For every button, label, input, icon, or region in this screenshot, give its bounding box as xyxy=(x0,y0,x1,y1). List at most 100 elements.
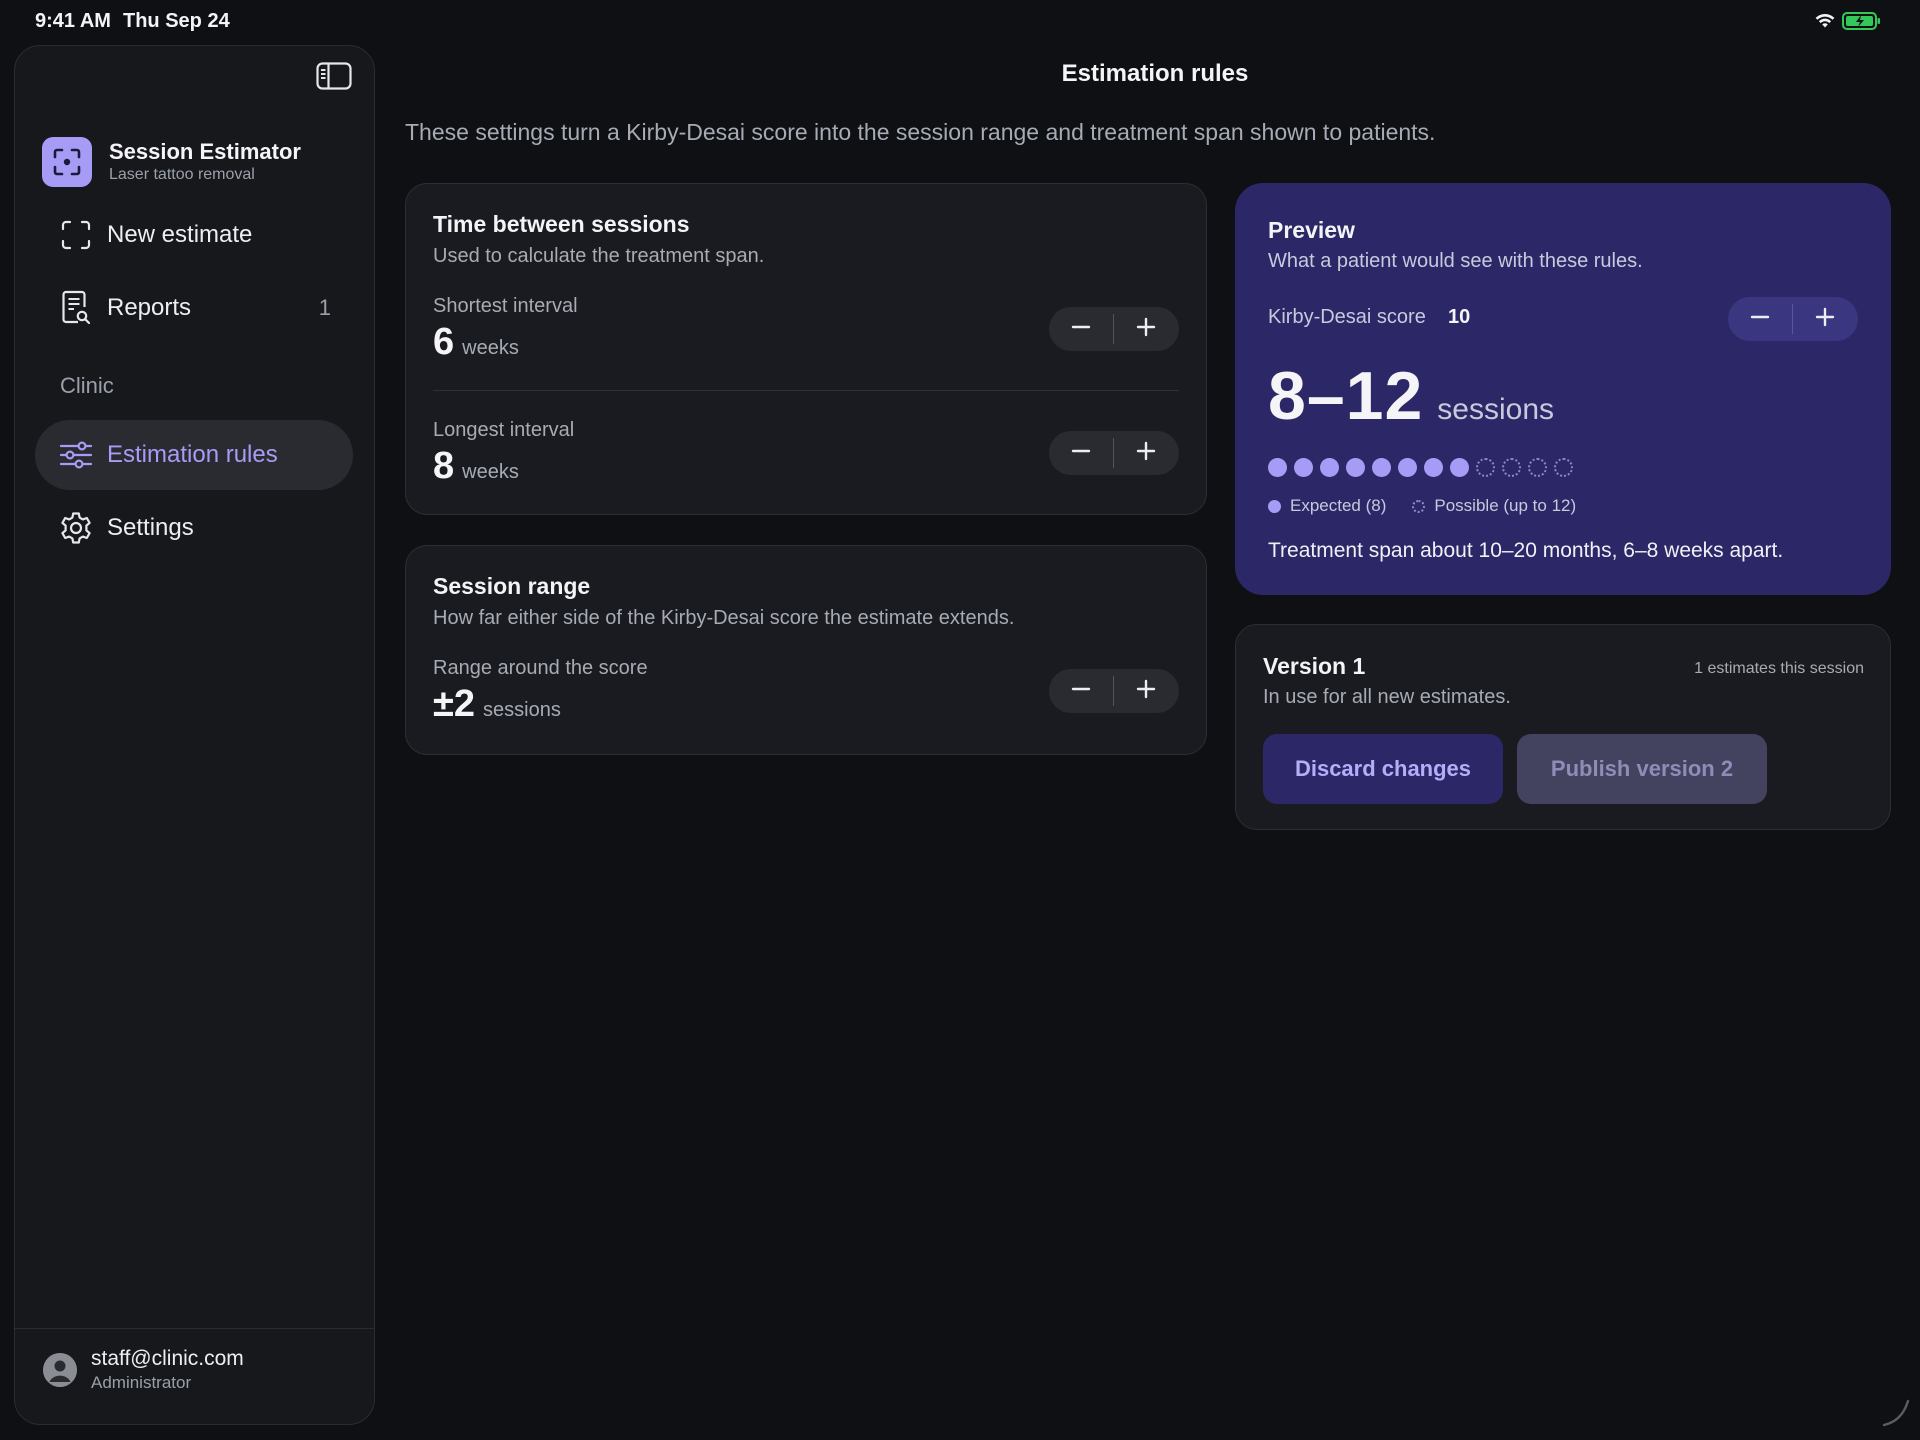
gear-icon xyxy=(59,511,93,545)
minus-icon xyxy=(1750,307,1770,332)
session-dots xyxy=(1268,458,1573,477)
session-dot-possible xyxy=(1476,458,1495,477)
shortest-increment-button[interactable] xyxy=(1114,307,1178,351)
card-subtitle: How far either side of the Kirby-Desai s… xyxy=(433,607,1015,629)
card-divider xyxy=(433,390,1179,391)
version-estimate-count: 1 estimates this session xyxy=(1694,660,1864,677)
range-stepper xyxy=(1049,669,1179,713)
sidebar-item-new-estimate[interactable]: New estimate xyxy=(35,200,353,270)
session-dot-expected xyxy=(1294,458,1313,477)
plus-icon xyxy=(1136,679,1156,704)
shortest-decrement-button[interactable] xyxy=(1049,307,1113,351)
preview-title: Preview xyxy=(1268,217,1355,243)
card-title: Session range xyxy=(433,573,591,599)
sidebar-item-label: Estimation rules xyxy=(107,441,278,468)
expected-legend-dot xyxy=(1268,499,1281,513)
session-dot-expected xyxy=(1424,458,1443,477)
account-role: Administrator xyxy=(91,1373,192,1392)
possible-legend-dot xyxy=(1412,499,1426,513)
preview-card: Preview What a patient would see with th… xyxy=(1235,183,1891,595)
session-dot-expected xyxy=(1320,458,1339,477)
score-stepper xyxy=(1728,297,1858,341)
longest-decrement-button[interactable] xyxy=(1049,431,1113,475)
range-decrement-button[interactable] xyxy=(1049,669,1113,713)
app-name: Session Estimator xyxy=(109,139,301,164)
version-title: Version 1 xyxy=(1263,653,1366,679)
shortest-interval-unit: weeks xyxy=(462,337,519,359)
session-dot-expected xyxy=(1450,458,1469,477)
session-range-unit: sessions xyxy=(1437,393,1554,426)
avatar xyxy=(43,1353,77,1387)
reports-count-badge: 1 xyxy=(318,295,331,320)
battery-icon xyxy=(1842,11,1882,36)
plus-icon xyxy=(1136,441,1156,466)
sidebar-item-label: New estimate xyxy=(107,221,253,248)
minus-icon xyxy=(1071,441,1091,466)
account-email: staff@clinic.com xyxy=(91,1347,244,1370)
shortest-interval-label: Shortest interval xyxy=(433,295,578,317)
longest-interval-value: 8 weeks xyxy=(433,445,519,488)
kirby-desai-score-label: Kirby-Desai score xyxy=(1268,306,1426,328)
longest-interval-stepper xyxy=(1049,431,1179,475)
session-dot-possible xyxy=(1502,458,1521,477)
wifi-icon xyxy=(1814,13,1836,34)
version-subtitle: In use for all new estimates. xyxy=(1263,686,1511,708)
range-unit: sessions xyxy=(483,699,561,721)
legend-possible: Possible (up to 12) xyxy=(1434,496,1577,515)
sidebar-toggle-button[interactable] xyxy=(315,61,353,95)
longest-increment-button[interactable] xyxy=(1114,431,1178,475)
range-label: Range around the score xyxy=(433,657,648,679)
report-search-icon xyxy=(59,290,93,325)
sidebar-item-settings[interactable]: Settings xyxy=(35,493,353,563)
plus-icon xyxy=(1136,317,1156,342)
app-brand: Session Estimator Laser tattoo removal xyxy=(42,137,301,187)
status-icons xyxy=(1814,11,1882,36)
page-description: These settings turn a Kirby-Desai score … xyxy=(405,119,1436,145)
version-card: Version 1 1 estimates this session In us… xyxy=(1235,624,1891,830)
session-dot-expected xyxy=(1398,458,1417,477)
longest-interval-unit: weeks xyxy=(462,461,519,483)
sidebar-item-label: Reports xyxy=(107,294,192,321)
treatment-span-text: Treatment span about 10–20 months, 6–8 w… xyxy=(1268,539,1784,562)
app-subtitle: Laser tattoo removal xyxy=(109,166,255,183)
sidebar-item-reports[interactable]: Reports 1 xyxy=(35,273,353,343)
page-title: Estimation rules xyxy=(1061,60,1249,87)
session-dot-expected xyxy=(1346,458,1365,477)
shortest-interval-number: 6 xyxy=(433,321,455,363)
sidebar-item-estimation-rules[interactable]: Estimation rules xyxy=(35,420,353,490)
session-dot-expected xyxy=(1372,458,1391,477)
legend-expected: Expected (8) xyxy=(1290,496,1387,515)
session-range-card: Session range How far either side of the… xyxy=(405,545,1207,755)
sidebar-toggle-icon xyxy=(316,61,352,95)
card-title: Time between sessions xyxy=(433,211,690,237)
discard-changes-button[interactable]: Discard changes xyxy=(1263,734,1503,804)
status-bar: 9:41 AM Thu Sep 24 xyxy=(0,0,1920,44)
card-subtitle: Used to calculate the treatment span. xyxy=(433,245,765,267)
session-dot-possible xyxy=(1554,458,1573,477)
sidebar: Session Estimator Laser tattoo removal N… xyxy=(14,45,375,1425)
status-time: 9:41 AM xyxy=(35,10,111,32)
time-between-sessions-card: Time between sessions Used to calculate … xyxy=(405,183,1207,515)
resize-corner-icon xyxy=(1880,1397,1910,1432)
sidebar-item-label: Settings xyxy=(107,514,194,541)
range-value: ±2 sessions xyxy=(433,683,561,726)
score-decrement-button[interactable] xyxy=(1728,297,1792,341)
publish-version-button[interactable]: Publish version 2 xyxy=(1517,734,1767,804)
range-number: ±2 xyxy=(433,683,475,725)
session-dot-expected xyxy=(1268,458,1287,477)
section-label-clinic: Clinic xyxy=(60,373,114,398)
scan-icon xyxy=(59,218,93,252)
session-range-display: 8–12 sessions xyxy=(1268,357,1554,435)
range-increment-button[interactable] xyxy=(1114,669,1178,713)
session-range-number: 8–12 xyxy=(1268,358,1424,434)
longest-interval-label: Longest interval xyxy=(433,419,575,441)
score-increment-button[interactable] xyxy=(1793,297,1857,341)
preview-subtitle: What a patient would see with these rule… xyxy=(1268,250,1643,272)
minus-icon xyxy=(1071,679,1091,704)
account-menu[interactable]: staff@clinic.com Administrator xyxy=(43,1346,244,1394)
kirby-desai-score-value: 10 xyxy=(1448,306,1471,328)
session-dot-possible xyxy=(1528,458,1547,477)
dots-legend: Expected (8) Possible (up to 12) xyxy=(1268,496,1576,516)
app-logo-icon xyxy=(42,137,92,187)
status-date: Thu Sep 24 xyxy=(123,10,230,32)
